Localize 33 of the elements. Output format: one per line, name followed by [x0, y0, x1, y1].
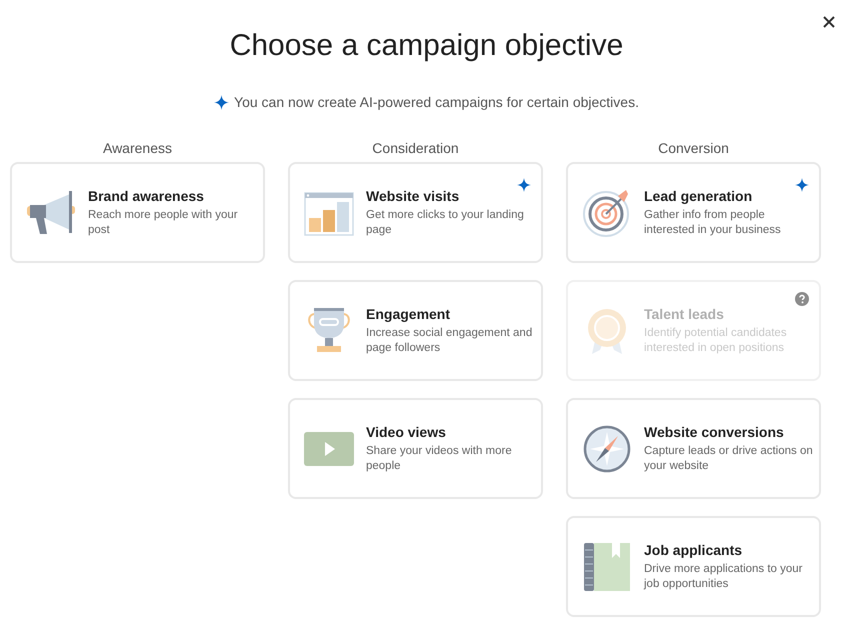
objective-card[interactable]: Website conversions Capture leads or drive actions on your website — [566, 398, 821, 499]
dialog-title: Choose a campaign objective — [230, 28, 624, 64]
card-description: Reach more people with your post — [88, 208, 239, 238]
compass-icon — [582, 424, 632, 474]
objective-card[interactable]: Engagement Increase social engagement and page followers — [288, 280, 543, 381]
notebook-icon — [584, 542, 630, 592]
objective-card[interactable]: Brand awareness Reach more people with your post — [10, 162, 265, 263]
column-heading: Awareness — [102, 139, 173, 156]
close-icon — [822, 15, 836, 29]
column-heading: Consideration — [371, 139, 460, 156]
card-title: Talent leads — [644, 305, 725, 323]
card-title: Website conversions — [644, 423, 785, 441]
card-description: Drive more applications to your job opportunities — [644, 562, 804, 592]
card-description: Increase social engagement and page followers — [366, 326, 534, 356]
objective-card[interactable]: Website visits Get more clicks to your landing page — [288, 162, 543, 263]
card-title: Website visits — [366, 187, 460, 205]
card-description: Get more clicks to your landing page — [366, 208, 525, 238]
card-title: Brand awareness — [88, 187, 205, 205]
card-title: Engagement — [366, 305, 452, 323]
sparkle-icon — [214, 95, 230, 110]
objective-card[interactable]: Video views Share your videos with more people — [288, 398, 543, 499]
card-title: Job applicants — [644, 541, 744, 559]
card-description: Share your videos with more people — [366, 444, 513, 474]
card-description: Gather info from people interested in your business — [644, 208, 782, 238]
card-title: Video views — [366, 423, 447, 441]
column-heading: Conversion — [657, 139, 730, 156]
card-title: Lead generation — [644, 187, 754, 205]
ai-notice: You can now create AI-powered campaigns for certain objectives. — [234, 93, 639, 112]
play-video-icon — [304, 432, 354, 466]
card-description: Capture leads or drive actions on your website — [644, 444, 814, 474]
objective-card[interactable]: Lead generation Gather info from people interested in your business — [566, 162, 821, 263]
objective-card[interactable]: Job applicants Drive more applications to your job opportunities — [566, 516, 821, 617]
target-icon — [582, 188, 632, 238]
